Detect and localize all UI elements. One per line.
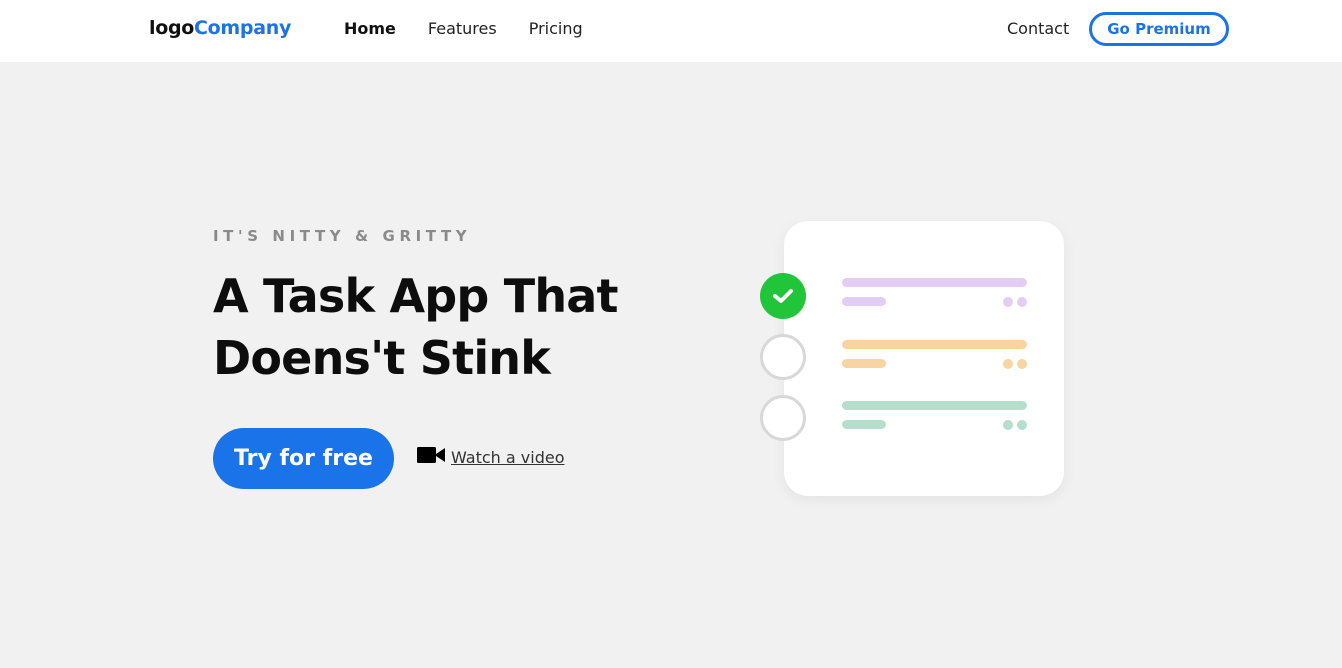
task-dot [1017,297,1027,307]
task-dot [1003,359,1013,369]
video-camera-icon [417,445,445,465]
logo-prefix: logo [149,17,195,39]
task-dot [1003,297,1013,307]
task-title-bar [842,278,1027,287]
task-checkbox-empty [760,334,806,380]
task-checkbox-empty [760,395,806,441]
task-dot [1003,420,1013,430]
go-premium-button[interactable]: Go Premium [1089,12,1229,46]
task-meta-bar [842,297,886,306]
nav-link-contact[interactable]: Contact [1007,19,1069,38]
task-title-bar [842,401,1027,410]
watch-video-label: Watch a video [451,448,565,467]
hero-eyebrow: IT'S NITTY & GRITTY [213,227,472,245]
task-meta-bar [842,359,886,368]
company-logo[interactable]: logoCompany [149,17,291,39]
hero-headline: A Task App That Doens't Stink [213,269,619,385]
watch-video-link[interactable]: Watch a video [417,443,565,467]
check-icon [773,289,793,303]
task-title-bar [842,340,1027,349]
task-checkbox-done [760,273,806,319]
primary-nav: Home Features Pricing [344,19,583,38]
nav-link-home[interactable]: Home [344,19,396,38]
navbar: logoCompany Home Features Pricing Contac… [0,0,1342,62]
logo-suffix: Company [194,17,292,39]
nav-link-features[interactable]: Features [428,19,497,38]
task-dot [1017,359,1027,369]
task-dot [1017,420,1027,430]
task-list-illustration [760,220,1070,505]
nav-link-pricing[interactable]: Pricing [529,19,583,38]
try-for-free-button[interactable]: Try for free [213,428,394,489]
task-meta-bar [842,420,886,429]
